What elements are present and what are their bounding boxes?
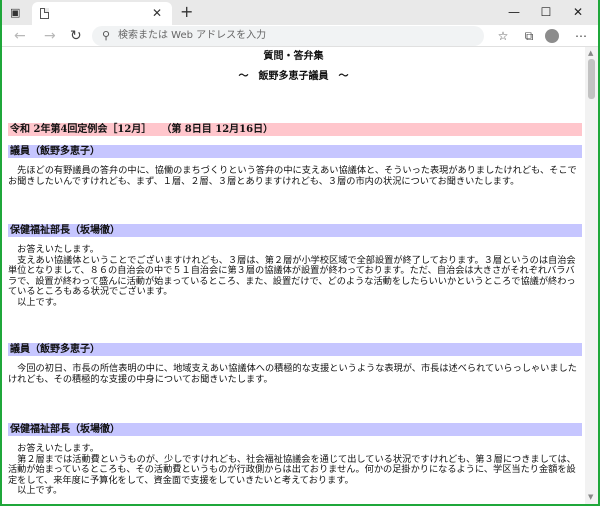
page-subtitle: ～ 飯野多恵子議員 ～ — [238, 71, 349, 82]
more-icon[interactable]: ⋯ — [573, 27, 589, 45]
maximize-icon[interactable]: ☐ — [536, 3, 556, 21]
collections-icon[interactable]: ⧉ — [521, 27, 537, 45]
speech-text: 先ほどの有野議員の答弁の中に、協働のまちづくりという答弁の中に支えあい協議体と、… — [8, 165, 577, 187]
close-icon[interactable]: ✕ — [152, 6, 162, 20]
avatar-icon[interactable] — [545, 29, 559, 43]
tab-actions-icon[interactable]: ▣ — [10, 7, 22, 18]
page-content: 質問・答弁集 ～ 飯野多恵子議員 ～ 令和 2年第4回定例会［12月］ （第 8… — [2, 47, 585, 504]
window-close-icon[interactable]: ✕ — [568, 3, 588, 21]
title-bar: ▣ ✕ + — ☐ ✕ — [2, 0, 598, 25]
speech-text: お答えいたします。 第２層までは活動費というものが、少しですけれども、社会福祉協… — [8, 443, 576, 496]
speaker-heading: 保健福祉部長（坂場徹） — [8, 423, 582, 436]
session-header: 令和 2年第4回定例会［12月］ （第 8日目 12月16日） — [8, 123, 582, 136]
arrow-right-icon[interactable]: → — [44, 26, 56, 46]
search-icon: ⚲ — [102, 29, 111, 42]
speech-text: 今回の初日、市長の所信表明の中に、地域支えあい協議体への積極的な支援というような… — [8, 363, 577, 385]
arrow-left-icon[interactable]: ← — [14, 26, 26, 46]
plus-icon[interactable]: + — [180, 3, 193, 21]
browser-window: ▣ ✕ + — ☐ ✕ ← → ↻ ⚲ 検索または Web アドレスを入力 ☆ … — [2, 0, 598, 504]
address-toolbar: ← → ↻ ⚲ 検索または Web アドレスを入力 ☆ ⧉ ⋯ — [2, 25, 598, 47]
minimize-icon[interactable]: — — [504, 3, 524, 21]
address-placeholder[interactable]: 検索または Web アドレスを入力 — [118, 29, 266, 43]
speaker-heading: 保健福祉部長（坂場徹） — [8, 224, 582, 237]
address-bar[interactable]: ⚲ 検索または Web アドレスを入力 — [92, 26, 484, 46]
reload-icon[interactable]: ↻ — [70, 26, 82, 46]
speaker-heading: 議員（飯野多恵子） — [8, 145, 582, 158]
speaker-heading: 議員（飯野多恵子） — [8, 343, 582, 356]
star-icon[interactable]: ☆ — [495, 27, 511, 45]
tab-active[interactable]: ✕ — [32, 2, 172, 25]
vertical-scrollbar[interactable]: ▲ ▼ — [585, 47, 598, 504]
speech-text: お答えいたします。 支えあい協議体ということでございますけれども、３層は、第２層… — [8, 244, 576, 308]
scrollbar-thumb[interactable] — [588, 59, 595, 99]
scroll-up-icon[interactable]: ▲ — [588, 49, 593, 57]
page-icon — [40, 8, 49, 19]
page-title: 質問・答弁集 — [263, 51, 324, 62]
scroll-down-icon[interactable]: ▼ — [588, 493, 593, 501]
